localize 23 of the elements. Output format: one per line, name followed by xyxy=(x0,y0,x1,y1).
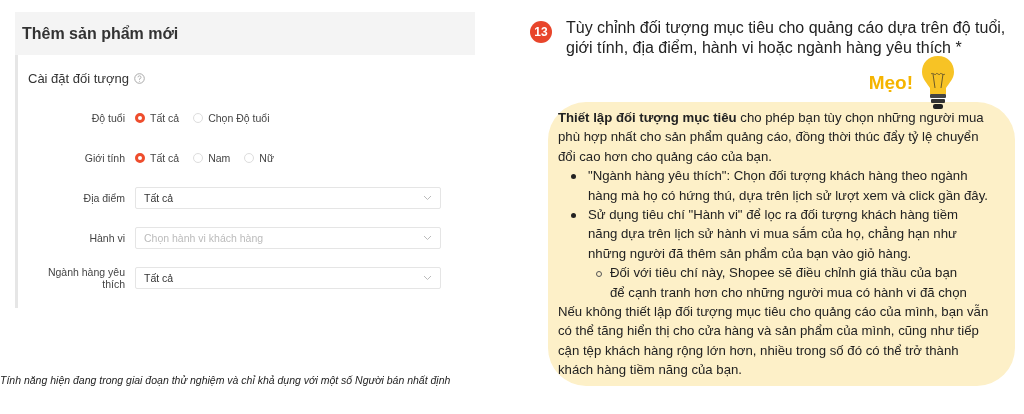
tip-paragraph: Nếu không thiết lập đối tượng mục tiêu cho quảng cáo của mình, bạn vẫn có thể tăng hiển thị cho cửa hàng và sản phẩm của mình, cũng như tiếp cận tệp khách hàng rộng lớn hơn, nhiều trong số đó có thể trở thành khách hàng tiềm năng của bạn. xyxy=(558,303,989,380)
radio-option[interactable]: Nam xyxy=(193,152,231,164)
field-label: Hành vi xyxy=(88,232,126,244)
radio-option[interactable]: Chọn Độ tuổi xyxy=(193,112,270,124)
section-title: Cài đặt đối tượng xyxy=(28,71,130,86)
radio-option[interactable]: Tất cả xyxy=(135,112,180,124)
field-label: Giới tính xyxy=(83,152,126,164)
field-label: Độ tuổi xyxy=(90,112,126,124)
step-number: 13 xyxy=(530,21,552,43)
field-label: Địa điểm xyxy=(82,192,126,204)
field-label: Ngành hàng yêu thích xyxy=(46,266,126,290)
footnote: Tính năng hiện đang trong giai đoạn thử nghiệm và chỉ khả dụng với một số Người bán nhất định xyxy=(0,374,452,386)
tip-label: Mẹo! xyxy=(868,72,913,94)
tip-paragraph: Thiết lập đối tượng mục tiêu cho phép bạn tùy chọn những người mua phù hợp nhất cho sản phẩm quảng cáo, đồng thời thúc đẩy tỷ lệ chuyển đổi cao hơn cho quảng cáo của bạn. xyxy=(558,109,985,166)
dropdown-field[interactable]: Tất cả xyxy=(135,187,441,209)
radio-option[interactable]: Nữ xyxy=(244,152,274,164)
page-title: Thêm sản phẩm mới xyxy=(22,24,179,43)
dropdown-field[interactable]: Tất cả xyxy=(135,267,441,289)
bullet-text: Đối với tiêu chí này, Shopee sẽ điều chỉnh giá thầu của bạn để cạnh tranh hơn cho những người mua có hành vi đã chọn xyxy=(610,264,968,302)
bullet-text: "Ngành hàng yêu thích": Chọn đối tượng khách hàng theo ngành hàng mà họ có hứng thú, dựa trên lịch sử lượt xem và click gần đây. xyxy=(588,167,989,205)
radio-option[interactable]: Tất cả xyxy=(135,152,180,164)
bullet-text: Sử dụng tiêu chí "Hành vi" để lọc ra đối tượng khách hàng tiềm năng dựa trên lịch sử hành vi mua sắm của họ, chẳng hạn như những người đã thêm sản phẩm của bạn vào giỏ hàng. xyxy=(588,206,959,263)
step-text: Tùy chỉnh đối tượng mục tiêu cho quảng cáo dựa trên độ tuổi, giới tính, địa điểm, hành vi hoặc ngành hàng yêu thích * xyxy=(566,18,1007,58)
